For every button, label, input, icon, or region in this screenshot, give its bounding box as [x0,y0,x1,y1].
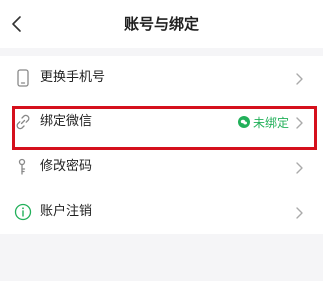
top-nav-bar: 账号与绑定 [0,0,323,48]
row-label: 账户注销 [40,204,93,219]
chevron-right-icon [295,71,305,85]
page-title: 账号与绑定 [123,15,199,33]
chevron-right-icon [295,205,305,219]
row-label: 更换手机号 [40,70,106,85]
info-icon [13,202,33,222]
phone-icon [13,68,33,88]
key-icon [13,157,33,177]
row-label: 修改密码 [40,159,93,174]
row-change-phone[interactable]: 更换手机号 [0,56,323,100]
row-close-account[interactable]: 账户注销 [0,190,323,234]
row-change-password[interactable]: 修改密码 [0,145,323,189]
chevron-right-icon [295,160,305,174]
highlight-box [12,106,317,150]
